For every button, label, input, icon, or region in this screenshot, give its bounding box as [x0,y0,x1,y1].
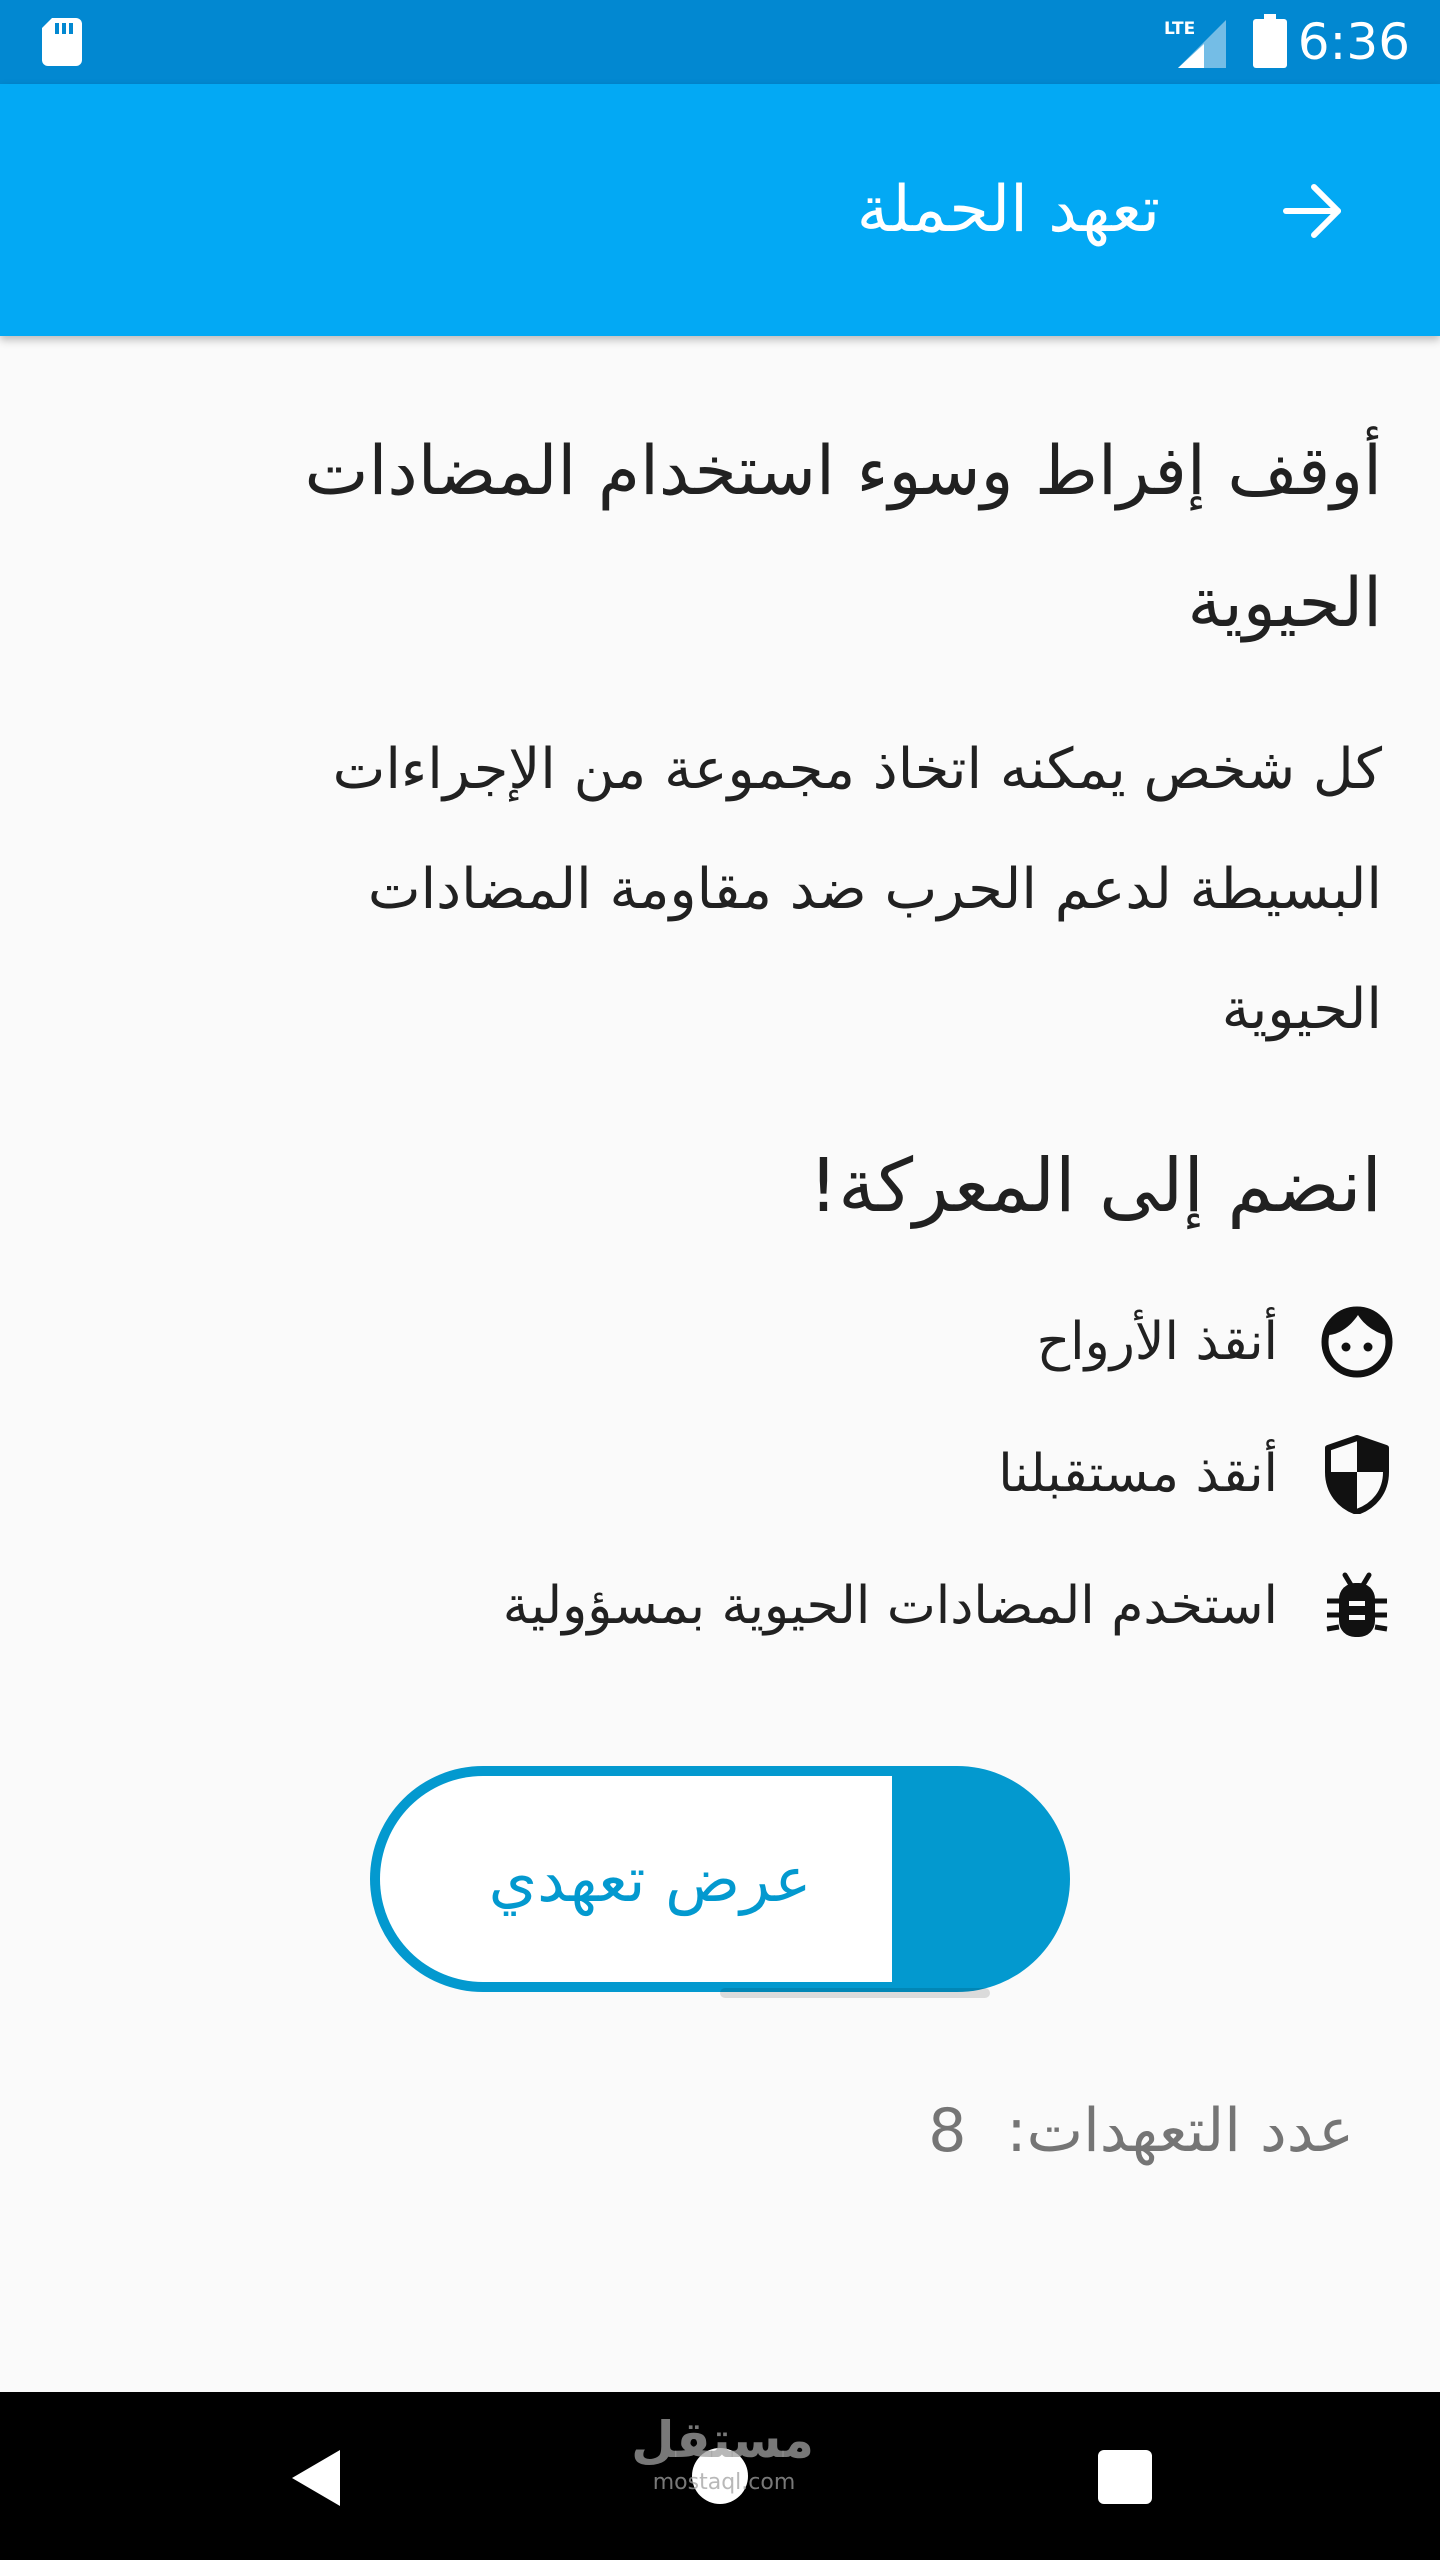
status-time: 6:36 [1297,13,1410,71]
view-my-pledge-button[interactable]: عرض تعهدي [370,1766,1070,1998]
sd-card-icon [42,18,82,66]
benefit-label: أنقذ الأرواح [1036,1312,1278,1372]
watermark-latin: mostaql.com [652,2470,796,2495]
benefit-label: استخدم المضادات الحيوية بمسؤولية [502,1576,1278,1636]
arrow-right-icon[interactable] [1282,180,1344,242]
shield-icon [1314,1431,1400,1517]
back-triangle-icon[interactable] [288,2448,344,2508]
app-bar: تعهد الحملة [0,84,1440,336]
benefit-label: أنقذ مستقبلنا [998,1444,1278,1504]
lte-text: LTE [1164,19,1195,39]
face-icon [1314,1299,1400,1385]
pledge-count-label: عدد التعهدات: [1006,2096,1354,2166]
view-my-pledge-label: عرض تعهدي [488,1842,812,1916]
navigation-bar: مستقل mostaql.com [0,2392,1440,2560]
bug-icon [1314,1563,1400,1649]
watermark-logo: مستقل mostaql.com [631,2410,814,2510]
lte-signal-icon: LTE [1164,19,1226,68]
campaign-headline: أوقف إفراط وسوء استخدام المضادات الحيوية [304,432,1382,643]
benefit-item-save-lives: أنقذ الأرواح [200,1292,1400,1392]
battery-icon [1253,14,1287,68]
campaign-description: كل شخص يمكنه اتخاذ مجموعة من الإجراءات ا… [332,737,1382,1042]
status-bar: LTE 6:36 [0,0,1440,84]
pledge-count-value: 8 [928,2096,967,2166]
recents-square-icon[interactable] [1098,2450,1152,2504]
benefit-item-save-future: أنقذ مستقبلنا [200,1424,1400,1524]
page-title: تعهد الحملة [856,173,1160,247]
pledge-count: عدد التعهدات: 8 [928,2096,1354,2166]
join-title: انضم إلى المعركة! [808,1143,1382,1229]
watermark-arabic: مستقل [631,2411,814,2469]
benefit-item-use-responsibly: استخدم المضادات الحيوية بمسؤولية [200,1556,1400,1656]
